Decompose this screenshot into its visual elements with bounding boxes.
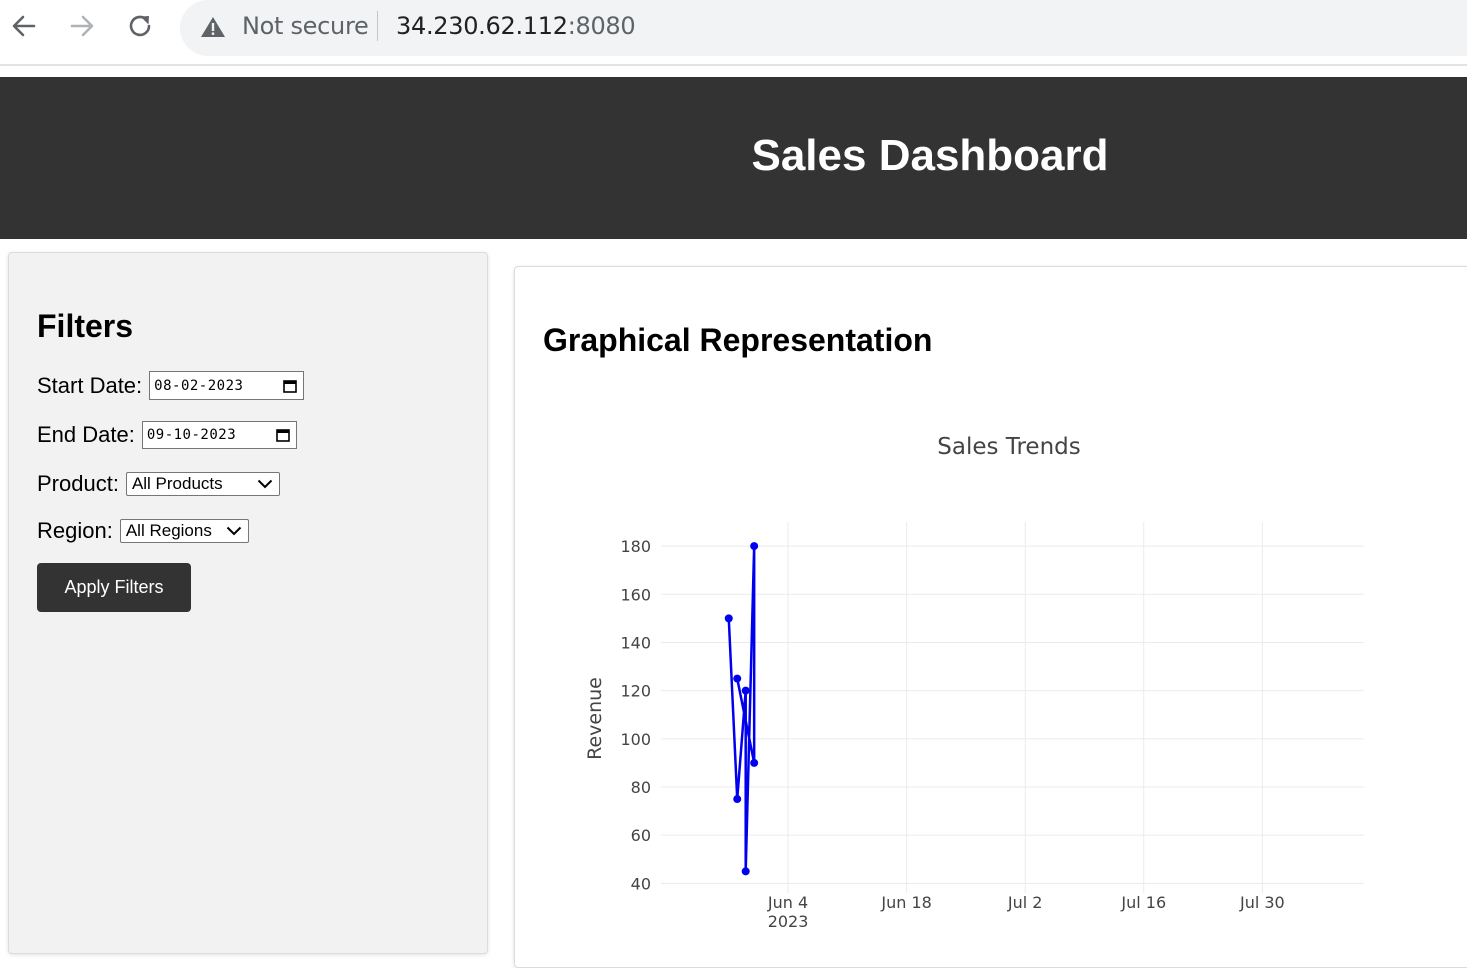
warning-icon[interactable] [200, 16, 226, 38]
region-select[interactable]: All Regions [119, 519, 249, 543]
page-header: Sales Dashboard [0, 77, 1467, 239]
reload-button[interactable] [120, 8, 160, 44]
x-tick-label: Jul 30 [1239, 893, 1285, 912]
x-tick-label: Jun 4 [767, 893, 808, 912]
reload-icon [129, 15, 151, 37]
start-date-input[interactable]: 08-02-2023 [149, 371, 305, 400]
start-date-label: Start Date: [37, 372, 143, 398]
filters-heading: Filters [37, 308, 134, 344]
forward-button[interactable] [62, 8, 102, 44]
address-separator [377, 11, 378, 41]
y-tick-label: 80 [631, 778, 651, 797]
y-tick-label: 60 [631, 826, 651, 845]
end-date-value: 09-10-2023 [146, 427, 237, 443]
chart-title: Sales Trends [937, 434, 1080, 460]
start-date-value: 08-02-2023 [154, 377, 244, 394]
data-point [733, 674, 742, 683]
url-port: :8080 [567, 12, 636, 40]
end-date-input[interactable]: 09-10-2023 [141, 421, 297, 449]
data-point [724, 614, 733, 623]
data-point [741, 686, 750, 695]
y-tick-label: 40 [631, 874, 651, 893]
x-tick-sublabel: 2023 [768, 912, 809, 928]
x-tick-label: Jul 16 [1120, 893, 1166, 912]
end-date-label: End Date: [37, 422, 135, 447]
chevron-down-icon [226, 526, 242, 536]
product-row: Product: All Products [37, 471, 280, 497]
y-tick-label: 100 [620, 730, 651, 749]
product-label: Product: [37, 471, 119, 496]
x-tick-label: Jul 2 [1007, 893, 1043, 912]
series-line [727, 544, 756, 873]
data-point [750, 542, 759, 551]
apply-filters-button[interactable]: Apply Filters [37, 563, 191, 612]
data-point [733, 795, 742, 804]
address-bar[interactable]: Not secure 34.230.62.112:8080 [180, 0, 1467, 56]
region-label: Region: [37, 518, 113, 543]
chart-panel: Graphical Representation Sales Trends 40 6… [514, 266, 1467, 968]
page-title: Sales Dashboard [751, 131, 1109, 180]
product-select[interactable]: All Products [125, 472, 280, 496]
filters-panel: Filters Start Date: 08-02-2023 End Date:… [8, 252, 488, 954]
data-point [750, 758, 759, 767]
sales-trends-chart[interactable]: Sales Trends 40 60 80 100 120 140 160 180 Jun 420… [515, 267, 1467, 928]
start-date-row: Start Date: 08-02-2023 [37, 371, 305, 400]
y-tick-label: 160 [620, 585, 651, 604]
end-date-row: End Date: 09-10-2023 [37, 421, 297, 449]
security-status[interactable]: Not secure [242, 12, 369, 40]
forward-arrow-icon [70, 15, 94, 37]
y-tick-label: 140 [620, 633, 651, 652]
product-select-value: All Products [131, 474, 223, 493]
y-axis-label: Revenue [584, 677, 606, 760]
y-tick-label: 180 [620, 537, 651, 556]
url-text[interactable]: 34.230.62.112:8080 [396, 12, 636, 40]
y-tick-label: 120 [620, 682, 651, 701]
chevron-down-icon [257, 479, 273, 489]
calendar-icon[interactable] [276, 428, 290, 442]
x-tick-label: Jun 18 [880, 893, 931, 912]
back-arrow-icon [12, 15, 36, 37]
browser-toolbar: Not secure 34.230.62.112:8080 [0, 0, 1467, 66]
region-select-value: All Regions [125, 521, 212, 540]
calendar-icon[interactable] [283, 379, 297, 393]
back-button[interactable] [4, 8, 44, 44]
data-point [741, 867, 750, 876]
url-host: 34.230.62.112 [396, 12, 568, 40]
region-row: Region: All Regions [37, 518, 249, 544]
